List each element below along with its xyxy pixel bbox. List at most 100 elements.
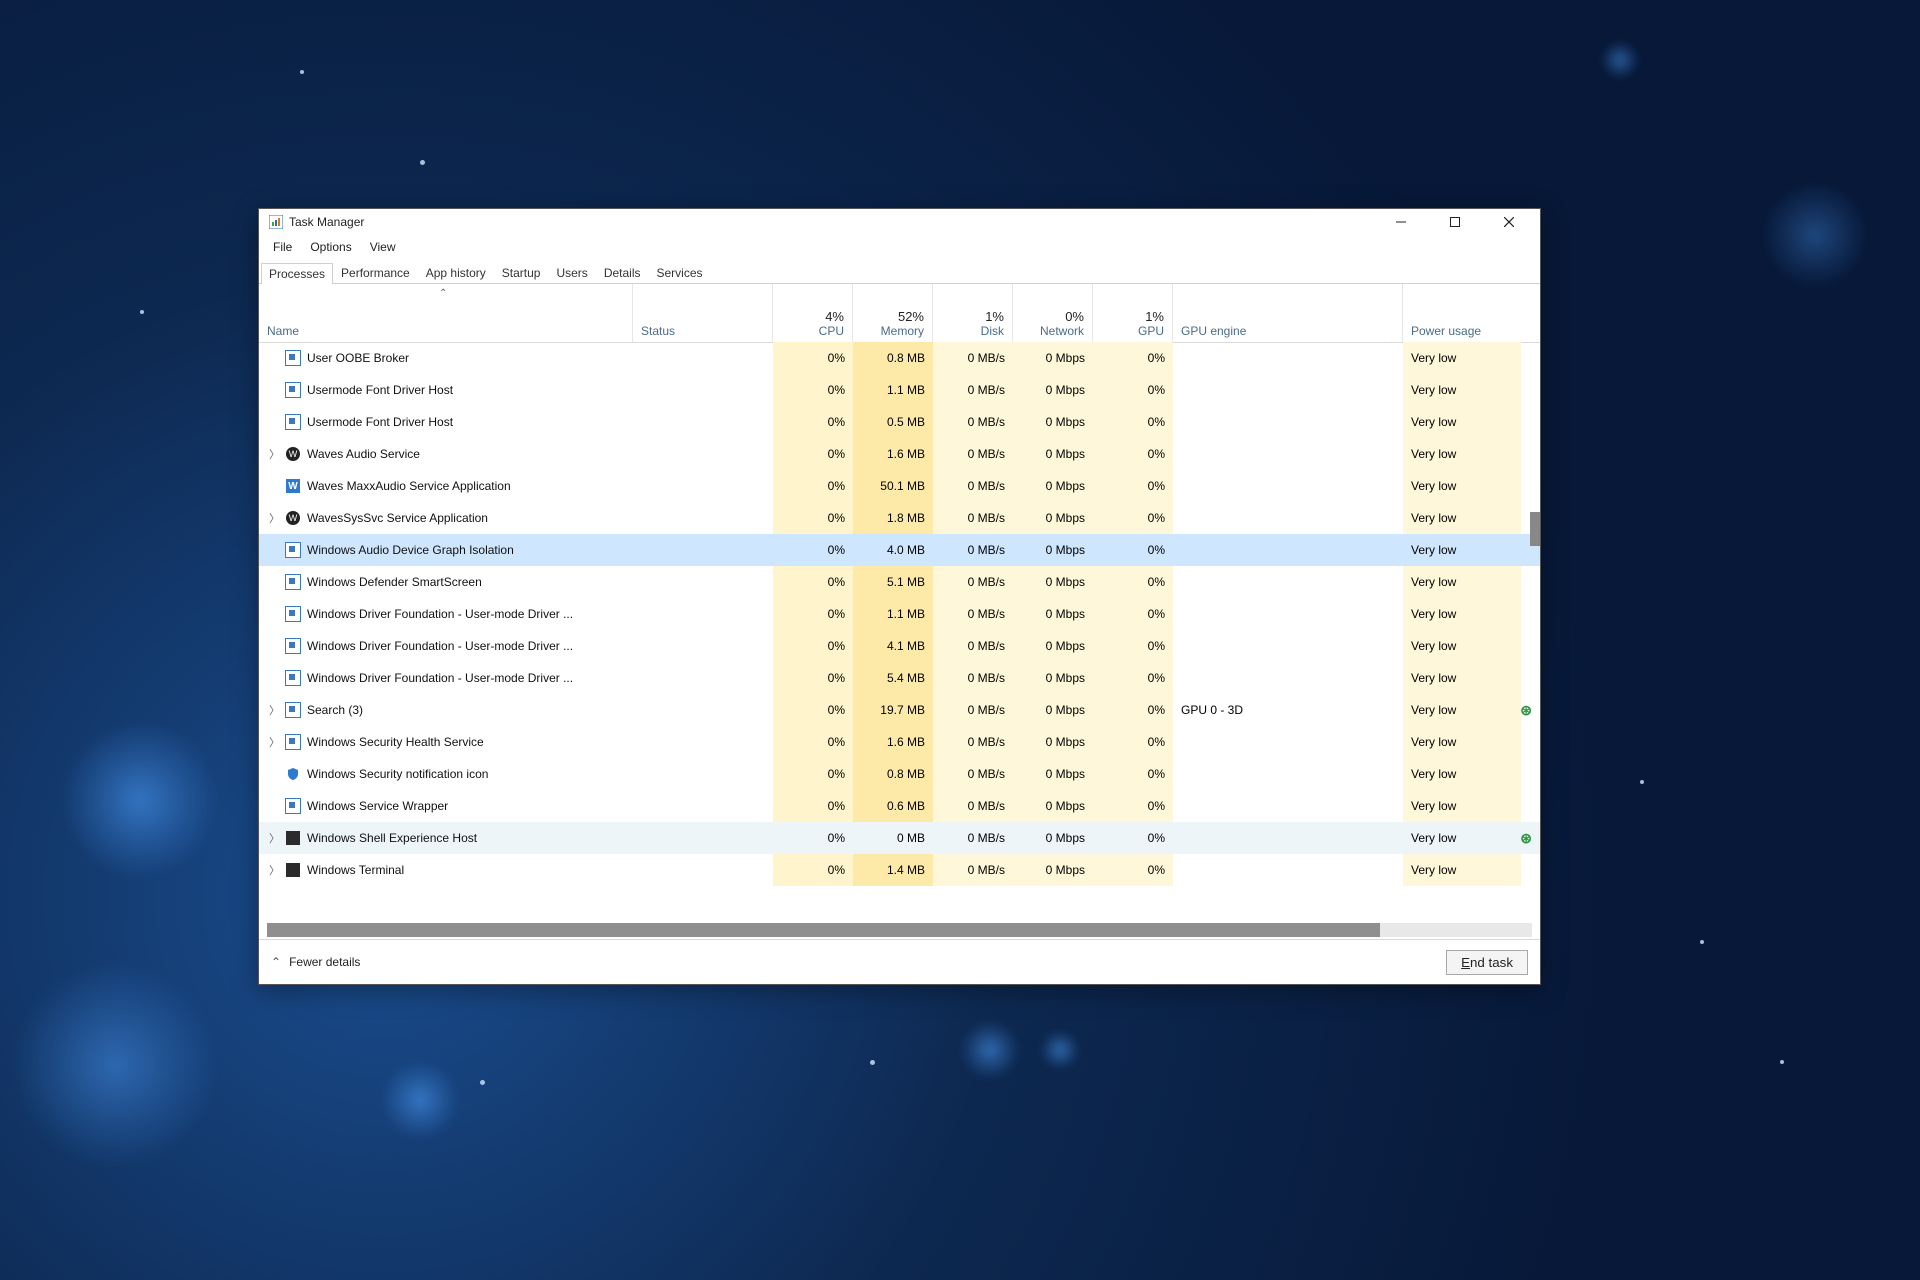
cell-disk: 0 MB/s [933,758,1013,790]
vertical-scrollbar[interactable] [1528,286,1540,937]
col-gpu[interactable]: 1%GPU [1093,284,1173,342]
process-row[interactable]: 〉Windows Audio Device Graph Isolation0%4… [259,534,1540,566]
cell-gpu: 0% [1093,374,1173,406]
cell-memory: 1.6 MB [853,726,933,758]
cell-name: 〉User OOBE Broker [259,342,633,374]
shield-icon [285,766,301,782]
process-row[interactable]: 〉WWaves Audio Service0%1.6 MB0 MB/s0 Mbp… [259,438,1540,470]
process-name: Windows Driver Foundation - User-mode Dr… [307,639,573,653]
cell-gpu-engine [1173,342,1403,374]
cell-status [633,534,773,566]
column-headers: ⌃ Name Status 4%CPU 52%Memory 1%Disk 0%N… [259,284,1540,343]
col-disk[interactable]: 1%Disk [933,284,1013,342]
process-row[interactable]: 〉WWaves MaxxAudio Service Application0%5… [259,470,1540,502]
cell-gpu: 0% [1093,630,1173,662]
cell-status [633,438,773,470]
cell-network: 0 Mbps [1013,470,1093,502]
tab-users[interactable]: Users [548,262,595,283]
cell-cpu: 0% [773,438,853,470]
col-power-usage[interactable]: Power usage [1403,284,1521,342]
cell-network: 0 Mbps [1013,790,1093,822]
process-row[interactable]: 〉Windows Service Wrapper0%0.6 MB0 MB/s0 … [259,790,1540,822]
horizontal-scroll-thumb[interactable] [267,923,1380,937]
process-row[interactable]: 〉Search (3)⊛0%19.7 MB0 MB/s0 Mbps0%GPU 0… [259,694,1540,726]
process-row[interactable]: 〉Windows Security notification icon0%0.8… [259,758,1540,790]
cell-cpu: 0% [773,470,853,502]
cell-disk: 0 MB/s [933,566,1013,598]
cell-network: 0 Mbps [1013,758,1093,790]
cell-status [633,854,773,886]
col-gpu-engine[interactable]: GPU engine [1173,284,1403,342]
cell-gpu-engine [1173,822,1403,854]
fewer-details-button[interactable]: ⌃ Fewer details [271,955,360,969]
process-row[interactable]: 〉Windows Defender SmartScreen0%5.1 MB0 M… [259,566,1540,598]
maximize-button[interactable] [1428,209,1482,235]
expand-chevron-icon[interactable]: 〉 [269,702,279,718]
tab-startup[interactable]: Startup [494,262,549,283]
cell-gpu: 0% [1093,566,1173,598]
cell-gpu-engine [1173,790,1403,822]
process-row[interactable]: 〉Windows Security Health Service0%1.6 MB… [259,726,1540,758]
cell-name: 〉Usermode Font Driver Host [259,374,633,406]
cell-network: 0 Mbps [1013,406,1093,438]
expand-chevron-icon[interactable]: 〉 [269,446,279,462]
expand-chevron-icon[interactable]: 〉 [269,830,279,846]
end-task-button[interactable]: End task [1446,950,1528,975]
tab-details[interactable]: Details [596,262,649,283]
cell-network: 0 Mbps [1013,694,1093,726]
expand-chevron-icon[interactable]: 〉 [269,734,279,750]
process-row[interactable]: 〉Windows Terminal0%1.4 MB0 MB/s0 Mbps0%V… [259,854,1540,886]
cell-disk: 0 MB/s [933,406,1013,438]
cell-cpu: 0% [773,822,853,854]
cell-disk: 0 MB/s [933,502,1013,534]
process-row[interactable]: 〉Usermode Font Driver Host0%0.5 MB0 MB/s… [259,406,1540,438]
cell-cpu: 0% [773,726,853,758]
cell-cpu: 0% [773,854,853,886]
cell-cpu: 0% [773,694,853,726]
process-row[interactable]: 〉Windows Driver Foundation - User-mode D… [259,630,1540,662]
titlebar[interactable]: Task Manager [259,209,1540,235]
process-row[interactable]: 〉Usermode Font Driver Host0%1.1 MB0 MB/s… [259,374,1540,406]
cell-gpu: 0% [1093,438,1173,470]
process-name: Windows Audio Device Graph Isolation [307,543,514,557]
process-row[interactable]: 〉WWavesSysSvc Service Application0%1.8 M… [259,502,1540,534]
tab-processes[interactable]: Processes [261,263,333,284]
col-cpu[interactable]: 4%CPU [773,284,853,342]
col-memory[interactable]: 52%Memory [853,284,933,342]
cell-power-usage: Very low [1403,566,1521,598]
cell-cpu: 0% [773,662,853,694]
process-row[interactable]: 〉Windows Shell Experience Host⊛0%0 MB0 M… [259,822,1540,854]
cell-status: ⊛ [633,694,773,726]
vertical-scroll-thumb[interactable] [1530,512,1540,546]
expand-chevron-icon[interactable]: 〉 [269,862,279,878]
tab-app-history[interactable]: App history [418,262,494,283]
cell-gpu-engine [1173,502,1403,534]
minimize-button[interactable] [1374,209,1428,235]
horizontal-scrollbar[interactable] [267,923,1532,937]
app-icon [285,862,301,878]
process-name: User OOBE Broker [307,351,409,365]
close-button[interactable] [1482,209,1536,235]
cell-memory: 4.0 MB [853,534,933,566]
tab-services[interactable]: Services [649,262,711,283]
process-grid: ⌃ Name Status 4%CPU 52%Memory 1%Disk 0%N… [259,284,1540,939]
cell-gpu: 0% [1093,758,1173,790]
tab-performance[interactable]: Performance [333,262,418,283]
cell-status [633,790,773,822]
process-row[interactable]: 〉User OOBE Broker0%0.8 MB0 MB/s0 Mbps0%V… [259,342,1540,374]
waves-app-icon: W [285,478,301,494]
col-status[interactable]: Status [633,284,773,342]
cell-power-usage: Very low [1403,694,1521,726]
menu-view[interactable]: View [362,238,404,256]
cell-memory: 1.8 MB [853,502,933,534]
cell-disk: 0 MB/s [933,662,1013,694]
col-network[interactable]: 0%Network [1013,284,1093,342]
process-row[interactable]: 〉Windows Driver Foundation - User-mode D… [259,598,1540,630]
menu-options[interactable]: Options [302,238,359,256]
menu-file[interactable]: File [265,238,300,256]
process-row[interactable]: 〉Windows Driver Foundation - User-mode D… [259,662,1540,694]
process-name: Windows Defender SmartScreen [307,575,482,589]
expand-chevron-icon[interactable]: 〉 [269,510,279,526]
cell-cpu: 0% [773,374,853,406]
cell-network: 0 Mbps [1013,342,1093,374]
